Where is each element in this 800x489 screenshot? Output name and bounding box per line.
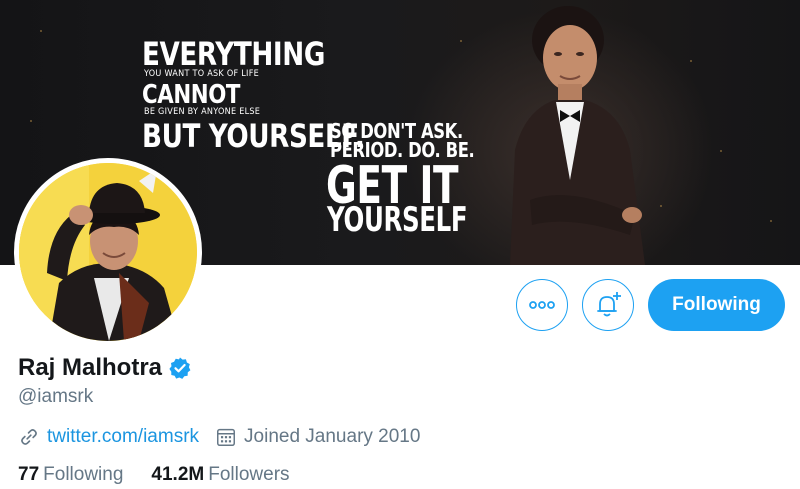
profile-website-link[interactable]: twitter.com/iamsrk <box>47 426 199 448</box>
following-count-link[interactable]: 77 Following <box>18 464 123 486</box>
following-label: Following <box>43 464 124 485</box>
verified-badge-icon <box>169 357 191 379</box>
link-icon <box>21 429 37 445</box>
banner-quote-line: BE GIVEN BY ANYONE ELSE <box>144 107 261 117</box>
following-button[interactable]: Following <box>648 279 785 331</box>
banner-quote-line: EVERYTHING <box>142 35 325 73</box>
calendar-icon <box>217 428 236 446</box>
profile-joined: Joined January 2010 <box>215 426 420 448</box>
notifications-button[interactable] <box>582 279 634 331</box>
profile-stats: 77 Following 41.2M Followers <box>18 464 318 486</box>
profile-joined-date: Joined January 2010 <box>244 426 421 447</box>
more-dots-icon <box>529 301 555 309</box>
banner-portrait-image <box>510 6 645 265</box>
followers-count: 41.2M <box>151 464 205 485</box>
followers-count-link[interactable]: 41.2M Followers <box>151 464 289 486</box>
more-options-button[interactable] <box>516 279 568 331</box>
profile-handle: @iamsrk <box>18 386 94 407</box>
bell-plus-icon <box>597 292 621 317</box>
profile-name-row: Raj Malhotra <box>18 354 192 382</box>
followers-label: Followers <box>208 464 290 485</box>
profile-meta-row: twitter.com/iamsrk Joined January 2010 <box>18 426 420 448</box>
banner-quote-line: YOURSELF <box>327 200 468 240</box>
profile-display-name: Raj Malhotra <box>18 354 163 381</box>
profile-avatar[interactable] <box>14 158 202 346</box>
following-count: 77 <box>18 464 40 485</box>
avatar-photo <box>19 163 197 341</box>
banner-quote-line: YOU WANT TO ASK OF LIFE <box>144 69 260 79</box>
banner-quote-line: CANNOT <box>142 80 241 110</box>
